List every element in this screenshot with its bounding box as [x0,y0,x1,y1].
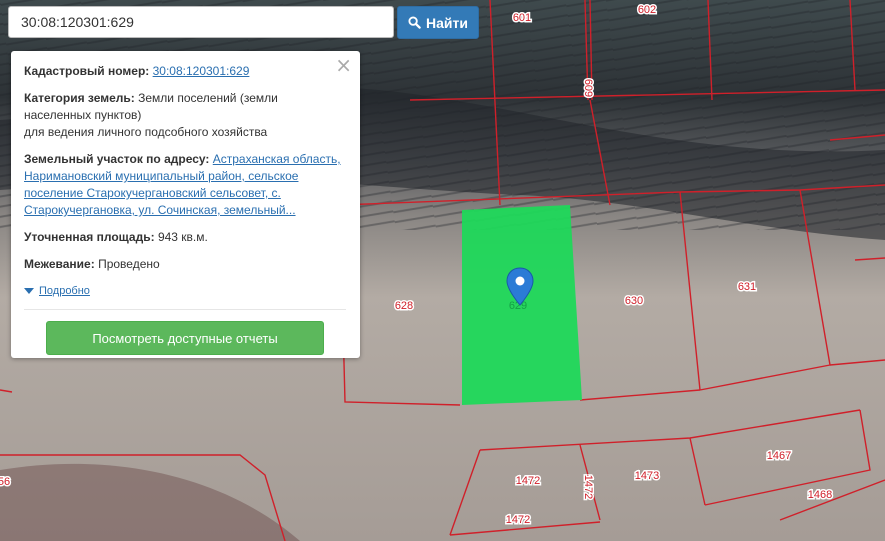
parcel-label-602: 602 [638,4,656,16]
area-row: Уточненная площадь: 943 кв.м. [24,229,346,246]
area-value: 943 кв.м. [157,230,208,244]
parcel-label-628: 628 [395,300,413,312]
cadastral-number-link[interactable]: 30:08:120301:629 [153,64,250,78]
address-link-1[interactable]: Астраханская область, [213,152,341,166]
popup-divider [24,309,346,310]
address-label: Земельный участок по адресу: [24,152,210,166]
parcel-label-1472-c: 1472 [506,514,530,526]
parcel-label-601: 601 [513,12,531,24]
parcel-label-1472-b: 1472 [582,475,594,499]
survey-value: Проведено [98,257,160,271]
more-details-row: Подробно [24,283,346,297]
land-category-value-1: Земли поселений (земли [138,91,278,105]
search-bar: Найти [8,6,479,39]
close-icon[interactable]: × [335,55,352,75]
parcel-label-609: 609 [582,79,594,97]
land-category-value-2: населенных пунктов) [24,108,142,122]
view-reports-button[interactable]: Посмотреть доступные отчеты [46,321,324,355]
survey-label: Межевание: [24,257,95,271]
survey-row: Межевание: Проведено [24,256,346,273]
parcel-info-popup: × Кадастровый номер: 30:08:120301:629 Ка… [11,51,360,358]
search-button-label: Найти [426,14,468,31]
more-details-label: Подробно [39,285,90,297]
parcel-label-630: 630 [625,295,643,307]
parcel-label-1467: 1467 [767,450,791,462]
parcel-label-1468: 1468 [808,489,832,501]
address-link-4[interactable]: Старокучергановка, ул. Сочинская, земель… [24,203,296,217]
cadastral-number-row: Кадастровый номер: 30:08:120301:629 [24,63,346,80]
more-details-link[interactable]: Подробно [24,285,90,297]
parcel-label-56: 56 [0,476,10,488]
search-icon [408,16,421,29]
land-category-row: Категория земель: Земли поселений (земли… [24,90,346,141]
parcel-label-631: 631 [738,281,756,293]
address-link-2[interactable]: Наримановский муниципальный район, сельс… [24,169,298,183]
parcel-label-1473: 1473 [635,470,659,482]
address-link-3[interactable]: поселение Старокучергановский сельсовет,… [24,186,281,200]
area-label: Уточненная площадь: [24,230,155,244]
address-row: Земельный участок по адресу: Астраханска… [24,151,346,219]
search-button[interactable]: Найти [397,6,479,39]
caret-down-icon [24,288,34,294]
land-category-value-3: для ведения личного подсобного хозяйства [24,125,268,139]
parcel-label-1472-a: 1472 [516,475,540,487]
land-category-label: Категория земель: [24,91,135,105]
search-input[interactable] [8,6,394,38]
cadastral-number-label: Кадастровый номер: [24,64,150,78]
